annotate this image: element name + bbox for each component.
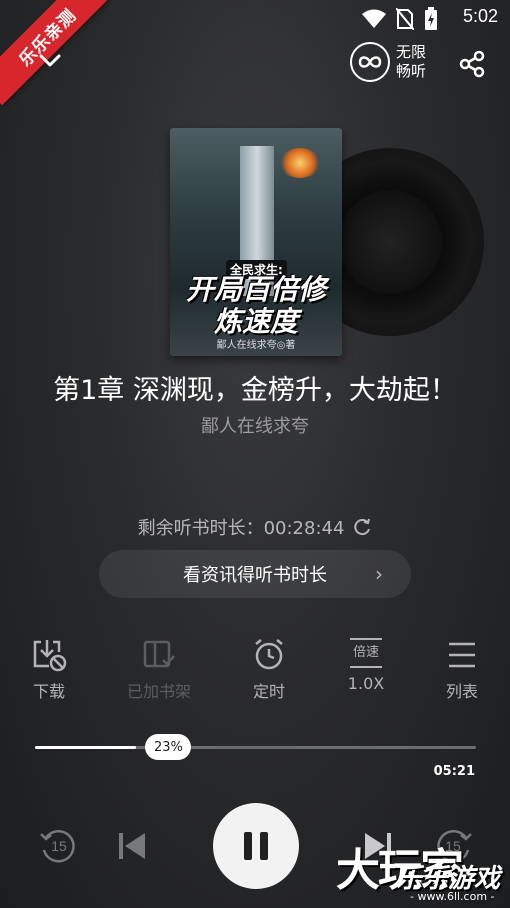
pause-button[interactable] bbox=[213, 803, 299, 889]
svg-text:15: 15 bbox=[51, 838, 67, 854]
chevron-right-icon: › bbox=[375, 562, 383, 586]
earn-listening-time-button[interactable]: 看资讯得听书时长 › bbox=[99, 550, 411, 598]
cover-title: 开局百倍修炼速度 bbox=[185, 273, 326, 338]
pause-icon-bar-left bbox=[244, 832, 252, 860]
alarm-clock-icon bbox=[255, 639, 283, 670]
playback-speed-button[interactable]: 倍速 1.0X bbox=[326, 638, 406, 693]
share-icon[interactable] bbox=[458, 50, 486, 78]
list-icon bbox=[449, 642, 475, 668]
infinity-icon bbox=[350, 42, 390, 82]
remaining-time: 剩余听书时长：00:28:44 bbox=[0, 514, 510, 540]
collapse-chevron-down-icon[interactable] bbox=[36, 48, 64, 72]
earn-button-label: 看资讯得听书时长 bbox=[183, 565, 327, 586]
no-sim-icon bbox=[396, 8, 414, 30]
status-time: 5:02 bbox=[462, 6, 498, 26]
chapter-title: 第1章 深渊现，金榜升，大劫起！ bbox=[53, 375, 457, 406]
playlist-button[interactable]: 列表 bbox=[422, 638, 502, 702]
sleep-timer-label: 定时 bbox=[252, 682, 285, 701]
previous-chapter-button[interactable] bbox=[116, 830, 148, 866]
skip-previous-icon bbox=[119, 833, 145, 859]
rewind-15-icon: 15 bbox=[40, 830, 75, 863]
bookshelf-button[interactable]: 已加书架 bbox=[119, 638, 199, 702]
playlist-label: 列表 bbox=[445, 682, 478, 701]
download-label: 下载 bbox=[32, 682, 65, 701]
author-name[interactable]: 鄙人在线求夸 bbox=[0, 412, 510, 438]
cover-author: 鄙人在线求夸◎著 bbox=[216, 340, 296, 351]
playback-speed-label: 1.0X bbox=[347, 674, 385, 693]
bookshelf-label: 已加书架 bbox=[126, 682, 191, 701]
progress-fill bbox=[35, 746, 137, 749]
download-button[interactable]: 下载 bbox=[9, 638, 89, 702]
cover-explosion-art bbox=[280, 148, 320, 178]
bookshelf-icon bbox=[143, 640, 175, 668]
refresh-icon[interactable] bbox=[352, 517, 372, 537]
progress-thumb[interactable]: 23% bbox=[145, 734, 192, 760]
watermark-url: - www.6ll.com - bbox=[410, 890, 495, 903]
status-icons bbox=[362, 7, 438, 31]
battery-charging-icon bbox=[425, 7, 437, 30]
remaining-time-label: 剩余听书时长：00:28:44 bbox=[137, 518, 345, 539]
pause-icon-bar-right bbox=[260, 832, 268, 860]
sleep-timer-button[interactable]: 定时 bbox=[229, 638, 309, 702]
wifi-icon bbox=[362, 9, 386, 28]
unlimited-label: 无限畅听 bbox=[396, 43, 427, 80]
total-duration: 05:21 bbox=[433, 764, 475, 779]
book-cover: 全民求生: 开局百倍修炼速度 鄙人在线求夸◎著 bbox=[170, 128, 342, 356]
unlimited-listening-button[interactable]: 无限畅听 bbox=[350, 42, 430, 82]
download-icon bbox=[33, 640, 67, 672]
speed-icon: 倍速 bbox=[350, 638, 382, 668]
rewind-15-button[interactable]: 15 bbox=[38, 826, 78, 870]
